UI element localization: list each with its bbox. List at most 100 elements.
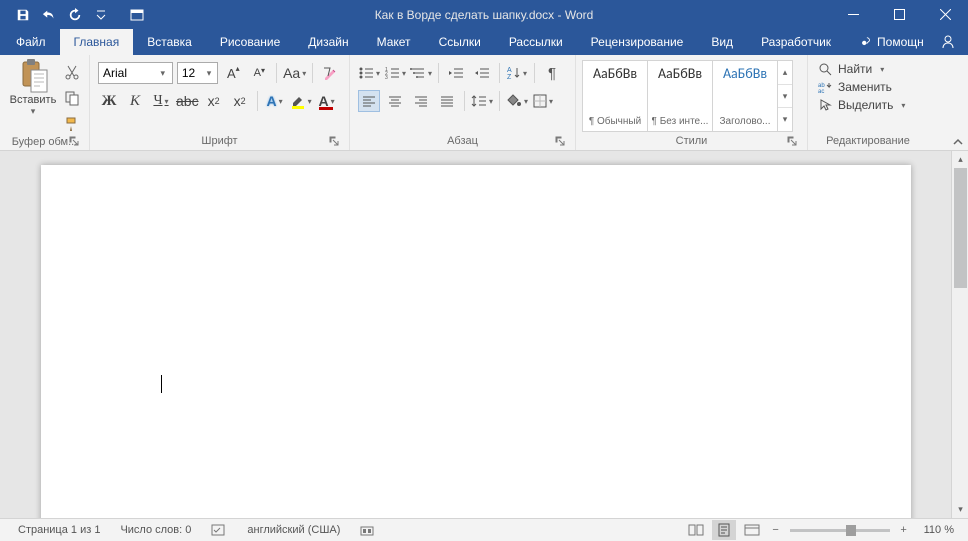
document-scroll[interactable] — [0, 151, 951, 518]
paragraph-dialog-launcher[interactable] — [555, 136, 567, 148]
subscript-button[interactable]: x2 — [203, 90, 225, 112]
borders-button[interactable] — [532, 90, 554, 112]
ribbon-display-options-button[interactable] — [114, 0, 160, 29]
save-button[interactable] — [10, 0, 36, 29]
close-button[interactable] — [922, 0, 968, 29]
font-size-combo[interactable]: ▾ — [177, 62, 218, 84]
strikethrough-button[interactable]: abc — [176, 90, 199, 112]
collapse-ribbon-button[interactable] — [952, 136, 964, 148]
replace-button[interactable]: abacЗаменить — [818, 80, 918, 94]
multilevel-list-button[interactable] — [410, 62, 432, 84]
minimize-button[interactable] — [830, 0, 876, 29]
zoom-controls: − + 110 % — [768, 524, 960, 536]
tab-developer[interactable]: Разработчик — [747, 29, 845, 55]
document-area: ▴ ▾ — [0, 151, 968, 518]
text-cursor — [161, 375, 162, 393]
paste-dropdown-icon[interactable]: ▾ — [31, 106, 36, 117]
format-painter-button[interactable] — [62, 114, 82, 134]
macro-status-icon[interactable] — [350, 523, 384, 537]
scroll-up-button[interactable]: ▴ — [952, 151, 968, 168]
justify-button[interactable] — [436, 90, 458, 112]
show-paragraph-marks-button[interactable]: ¶ — [541, 62, 563, 84]
tab-home[interactable]: Главная — [60, 29, 134, 55]
tab-insert[interactable]: Вставка — [133, 29, 206, 55]
zoom-in-button[interactable]: + — [896, 524, 912, 536]
shrink-font-button[interactable]: A▾ — [248, 62, 270, 84]
style-normal[interactable]: АаБбВв¶ Обычный — [582, 60, 648, 132]
scroll-down-button[interactable]: ▾ — [952, 501, 968, 518]
bullets-button[interactable] — [358, 62, 380, 84]
spelling-status-icon[interactable] — [201, 523, 237, 537]
tab-mailings[interactable]: Рассылки — [495, 29, 577, 55]
print-layout-button[interactable] — [712, 520, 736, 540]
vertical-scrollbar[interactable]: ▴ ▾ — [951, 151, 968, 518]
align-center-button[interactable] — [384, 90, 406, 112]
group-paragraph: 123 AZ ¶ Абзац — [350, 55, 576, 150]
tab-design[interactable]: Дизайн — [294, 29, 362, 55]
zoom-slider-thumb[interactable] — [846, 525, 856, 536]
find-button[interactable]: Найти▾ — [818, 62, 918, 76]
style-no-spacing[interactable]: АаБбВв¶ Без инте... — [647, 60, 713, 132]
increase-indent-button[interactable] — [471, 62, 493, 84]
font-size-input[interactable] — [182, 66, 205, 80]
change-case-button[interactable]: Aa — [283, 62, 306, 84]
highlight-button[interactable] — [290, 90, 312, 112]
share-button[interactable] — [934, 29, 962, 55]
bold-button[interactable]: Ж — [98, 90, 120, 112]
paste-button[interactable]: Вставить ▾ — [6, 58, 60, 134]
tell-me-button[interactable]: Помощн — [849, 29, 934, 55]
group-clipboard-label: Буфер обм... — [12, 136, 78, 148]
page-number-status[interactable]: Страница 1 из 1 — [8, 524, 110, 536]
font-name-combo[interactable]: ▾ — [98, 62, 173, 84]
font-dialog-launcher[interactable] — [329, 136, 341, 148]
font-name-input[interactable] — [103, 66, 158, 80]
tab-view[interactable]: Вид — [697, 29, 747, 55]
tab-file[interactable]: Файл — [2, 29, 60, 55]
decrease-indent-button[interactable] — [445, 62, 467, 84]
grow-font-button[interactable]: A▴ — [222, 62, 244, 84]
read-mode-button[interactable] — [684, 520, 708, 540]
qat-customize-button[interactable] — [88, 0, 114, 29]
select-button[interactable]: Выделить▾ — [818, 98, 918, 112]
redo-button[interactable] — [62, 0, 88, 29]
zoom-slider[interactable] — [790, 529, 890, 532]
copy-button[interactable] — [62, 88, 82, 108]
ribbon-tabs: Файл Главная Вставка Рисование Дизайн Ма… — [0, 29, 968, 55]
font-size-dropdown-icon[interactable]: ▾ — [205, 68, 214, 79]
italic-button[interactable]: К — [124, 90, 146, 112]
undo-button[interactable] — [36, 0, 62, 29]
cut-button[interactable] — [62, 62, 82, 82]
style-heading-1[interactable]: АаБбВвЗаголово... — [712, 60, 778, 132]
word-count-status[interactable]: Число слов: 0 — [110, 524, 201, 536]
web-layout-button[interactable] — [740, 520, 764, 540]
superscript-button[interactable]: x2 — [229, 90, 251, 112]
group-styles: АаБбВв¶ Обычный АаБбВв¶ Без инте... АаБб… — [576, 55, 808, 150]
align-right-button[interactable] — [410, 90, 432, 112]
line-spacing-button[interactable] — [471, 90, 493, 112]
styles-dialog-launcher[interactable] — [787, 136, 799, 148]
styles-scroll-up[interactable]: ▴ — [778, 61, 792, 85]
page[interactable] — [41, 165, 911, 518]
clear-formatting-button[interactable] — [319, 62, 341, 84]
tab-review[interactable]: Рецензирование — [577, 29, 698, 55]
tab-draw[interactable]: Рисование — [206, 29, 294, 55]
zoom-out-button[interactable]: − — [768, 524, 784, 536]
maximize-button[interactable] — [876, 0, 922, 29]
shading-button[interactable] — [506, 90, 528, 112]
clipboard-dialog-launcher[interactable] — [69, 136, 81, 148]
styles-scroll-down[interactable]: ▾ — [778, 85, 792, 109]
scrollbar-thumb[interactable] — [954, 168, 967, 288]
align-left-button[interactable] — [358, 90, 380, 112]
numbering-button[interactable]: 123 — [384, 62, 406, 84]
language-status[interactable]: английский (США) — [237, 524, 350, 536]
font-color-button[interactable]: A — [316, 90, 338, 112]
zoom-level[interactable]: 110 % — [918, 524, 960, 536]
font-name-dropdown-icon[interactable]: ▾ — [158, 68, 168, 79]
window-controls — [830, 0, 968, 29]
tab-layout[interactable]: Макет — [363, 29, 425, 55]
underline-button[interactable]: Ч — [150, 90, 172, 112]
tab-references[interactable]: Ссылки — [425, 29, 495, 55]
sort-button[interactable]: AZ — [506, 62, 528, 84]
text-effects-button[interactable]: A — [264, 90, 286, 112]
styles-expand[interactable]: ▾ — [778, 108, 792, 131]
